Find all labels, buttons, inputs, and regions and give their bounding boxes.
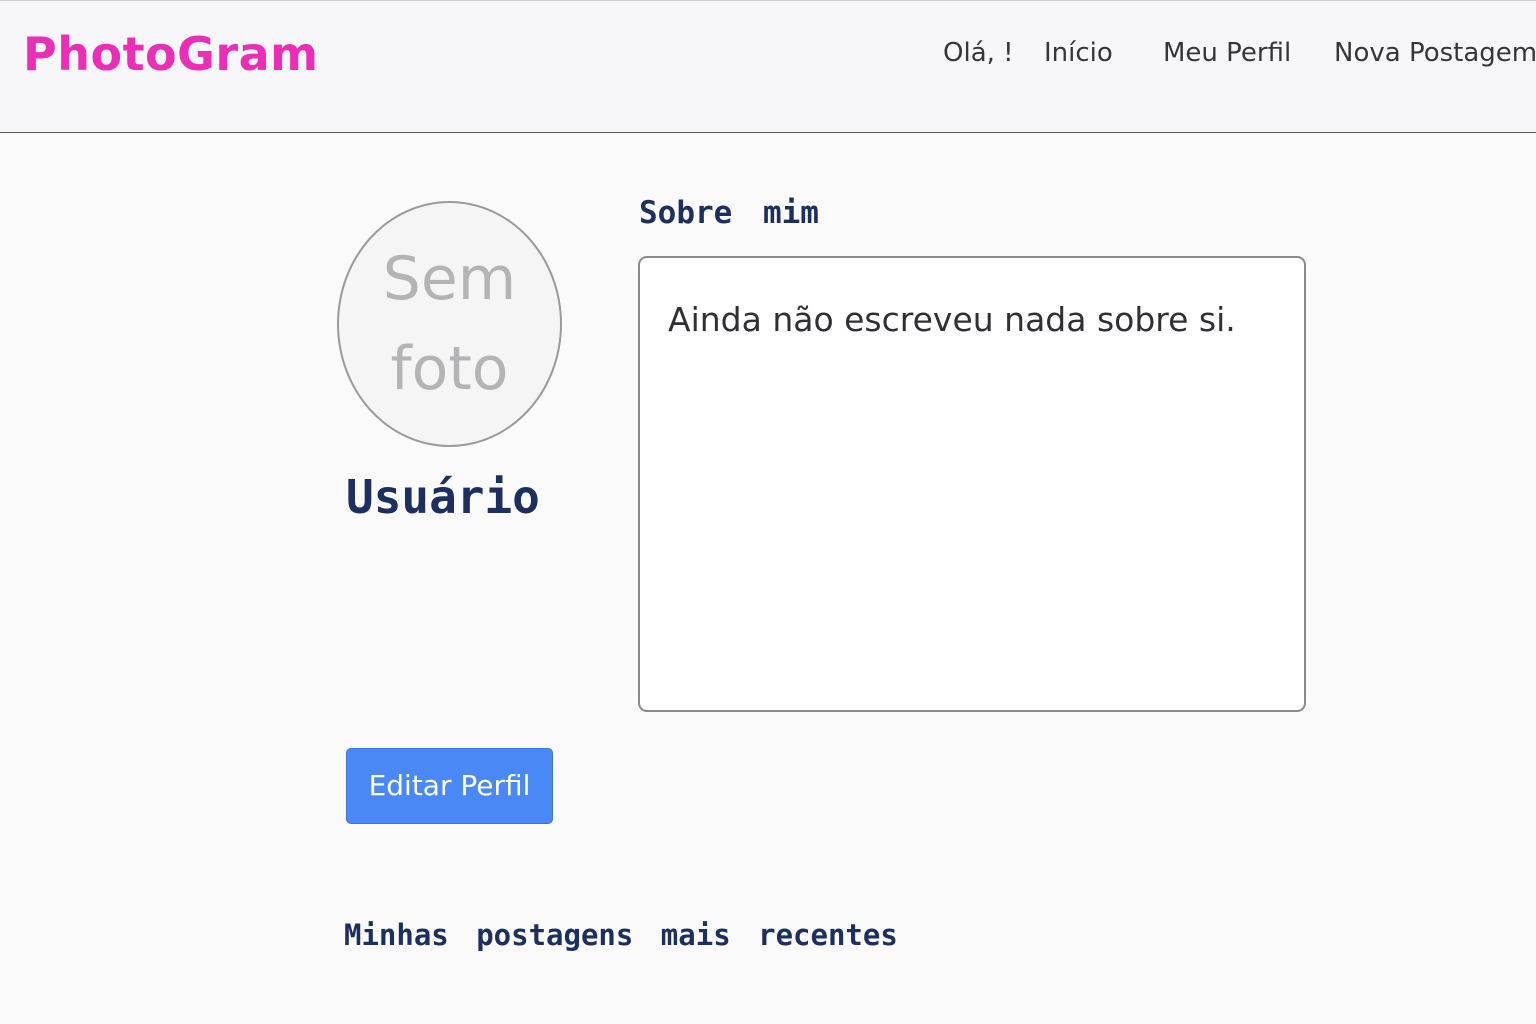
nav-link-new-post[interactable]: Nova Postagem <box>1334 38 1536 68</box>
profile-username: Usuário <box>346 470 540 524</box>
brand-logo[interactable]: PhotoGram <box>23 27 319 81</box>
edit-profile-button[interactable]: Editar Perfil <box>346 748 553 824</box>
about-box: Ainda não escreveu nada sobre si. <box>638 256 1306 712</box>
user-greeting: Olá, ! <box>943 38 1014 68</box>
avatar-placeholder: Sem foto <box>337 201 562 447</box>
avatar-placeholder-text-line-1: Sem <box>382 244 517 314</box>
nav-link-profile[interactable]: Meu Perfil <box>1163 38 1291 68</box>
avatar-placeholder-text-line-2: foto <box>390 334 509 404</box>
recent-posts-heading: Minhas postagens mais recentes <box>344 918 898 952</box>
about-heading: Sobre mim <box>639 195 819 231</box>
navbar: PhotoGram Olá, ! Início Meu Perfil Nova … <box>0 0 1536 133</box>
nav-link-home[interactable]: Início <box>1044 38 1113 68</box>
about-text: Ainda não escreveu nada sobre si. <box>668 300 1236 339</box>
